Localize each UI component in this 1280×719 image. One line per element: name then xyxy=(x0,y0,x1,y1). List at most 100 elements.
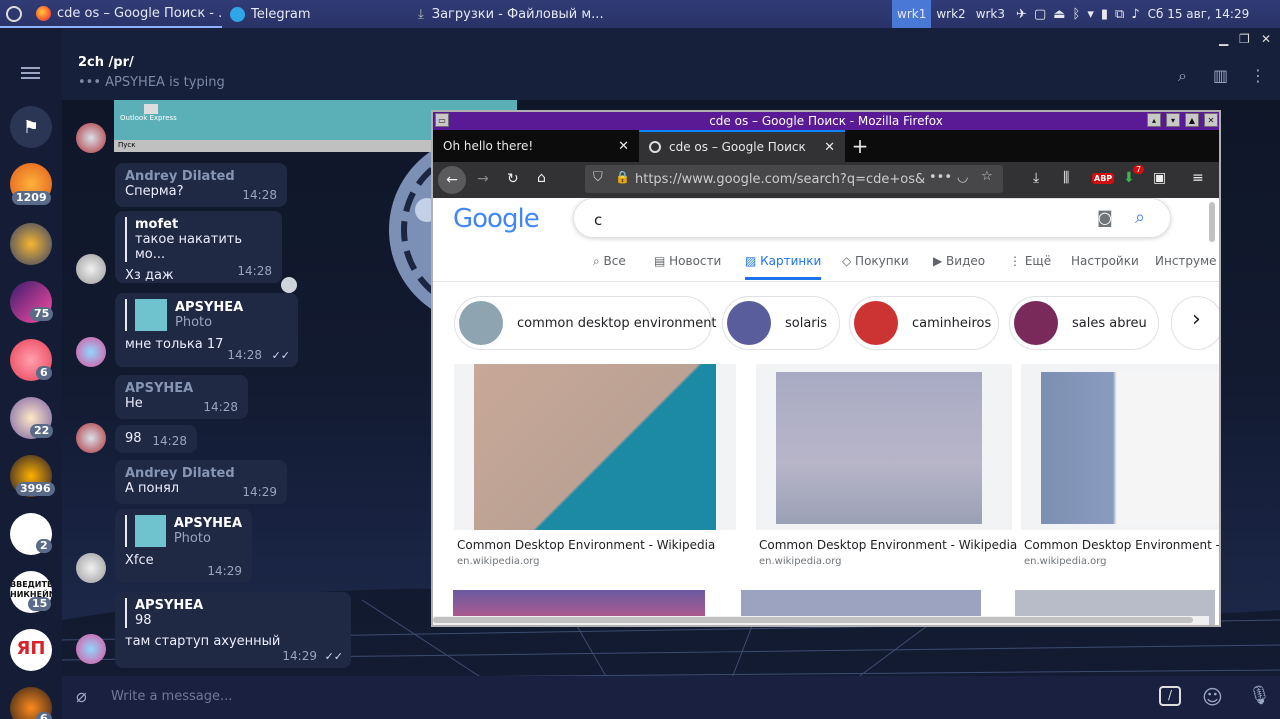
result-title[interactable]: Common Desktop Environment - Wi xyxy=(1024,538,1219,552)
chat-title[interactable]: 2ch /pr/ xyxy=(78,55,134,70)
emoji-icon[interactable]: ☺ xyxy=(1202,685,1223,709)
minimize-icon[interactable]: ▁ xyxy=(1219,32,1228,46)
sender-name[interactable]: APSYHEA xyxy=(125,381,238,396)
chip-cde[interactable]: common desktop environment xyxy=(454,296,717,350)
search-tab-news[interactable]: ▤ Новости xyxy=(654,254,721,268)
sender-name[interactable]: Andrey Dilated xyxy=(125,169,277,184)
close-tab-icon[interactable]: ✕ xyxy=(824,140,835,155)
chip-sales-abreu[interactable]: sales abreu xyxy=(1009,296,1159,350)
message-time: 14:28 xyxy=(152,434,187,448)
reply-quote[interactable]: APSYHEA Photo xyxy=(125,515,242,547)
sender-avatar[interactable] xyxy=(76,634,106,664)
reader-icon[interactable]: ▣ xyxy=(1153,170,1166,186)
clip-icon[interactable]: ⧉ xyxy=(1115,7,1124,22)
search-tab-shopping[interactable]: ◇ Покупки xyxy=(842,254,909,268)
task-firefox[interactable]: cde os – Google Поиск - ... xyxy=(0,0,222,28)
hamburger-menu-icon[interactable] xyxy=(21,67,40,79)
new-tab-button[interactable]: + xyxy=(845,130,875,162)
pocket-icon[interactable]: ◡ xyxy=(957,170,968,185)
sender-avatar[interactable] xyxy=(76,123,106,153)
forward-button[interactable]: → xyxy=(477,171,489,187)
menu-icon[interactable]: ≡ xyxy=(1192,170,1204,186)
close-icon[interactable]: ✕ xyxy=(1261,32,1271,46)
sender-avatar[interactable] xyxy=(76,337,106,367)
sender-name[interactable]: Andrey Dilated xyxy=(125,466,277,481)
reload-icon[interactable]: ↻ xyxy=(507,171,519,187)
battery-icon[interactable]: ▮ xyxy=(1101,7,1108,22)
search-tab-all[interactable]: ⌕ Все xyxy=(593,254,626,269)
shade-button[interactable]: ▴ xyxy=(1147,113,1161,127)
message-text: мне толька 17 xyxy=(125,337,224,352)
search-tab-images[interactable]: ▨ Картинки xyxy=(745,254,822,280)
message-input[interactable]: Write a message... xyxy=(111,689,232,704)
url-bar[interactable]: ⛉ 🔒 https://www.google.com/search?q=cde+… xyxy=(585,165,1003,193)
google-logo[interactable]: Google xyxy=(453,204,540,234)
workspace-2[interactable]: wrk2 xyxy=(931,0,970,28)
workspace-3[interactable]: wrk3 xyxy=(971,0,1010,28)
search-input[interactable]: c xyxy=(573,198,1171,238)
task-telegram[interactable]: Telegram xyxy=(224,0,412,28)
search-icon[interactable]: ⌕ xyxy=(1178,66,1187,86)
task-files[interactable]: ⤓ Загрузки - Файловый м... xyxy=(412,0,892,28)
extension-download-icon[interactable]: ⬇ xyxy=(1123,170,1135,186)
chat-avatar-9[interactable]: ЯП xyxy=(10,629,52,671)
scroll-button[interactable] xyxy=(281,277,297,293)
volume-icon[interactable]: ♪ xyxy=(1131,7,1139,22)
sender-avatar[interactable] xyxy=(76,553,106,583)
message-bubble: APSYHEA Photo Xfce 14:29 xyxy=(115,509,252,583)
clock[interactable]: Сб 15 авг, 14:29 xyxy=(1148,7,1250,21)
search-icon[interactable]: ⌕ xyxy=(1135,207,1145,228)
result-title[interactable]: Common Desktop Environment - Wikipedia xyxy=(759,538,1017,552)
search-settings[interactable]: Настройки xyxy=(1071,254,1139,268)
microphone-icon[interactable]: 🎙 xyxy=(1248,685,1271,706)
reply-quote[interactable]: APSYHEA 98 xyxy=(125,598,341,628)
bluetooth-icon[interactable]: ᛒ xyxy=(1073,7,1081,22)
chat-avatar-2[interactable] xyxy=(10,223,52,265)
image-icon: ▨ xyxy=(745,254,761,268)
camera-icon[interactable]: ◙ xyxy=(1097,208,1113,227)
window-menu-button[interactable]: ▭ xyxy=(435,113,449,127)
more-icon[interactable]: ⋮ xyxy=(1250,66,1266,85)
downloads-icon[interactable]: ⤓ xyxy=(1033,170,1039,186)
wifi-icon[interactable]: ▾ xyxy=(1087,7,1094,22)
tab-google[interactable]: cde os – Google Поиск ✕ xyxy=(639,130,845,162)
bookmark-star-icon[interactable]: ☆ xyxy=(981,169,993,184)
maximize-icon[interactable]: ❐ xyxy=(1239,32,1250,46)
result-title[interactable]: Common Desktop Environment - Wikipedia xyxy=(457,538,715,552)
minimize-button[interactable]: ▾ xyxy=(1166,113,1180,127)
page-scrollbar[interactable] xyxy=(1209,202,1215,242)
reply-quote[interactable]: APSYHEA Photo xyxy=(125,299,288,331)
page-actions-icon[interactable]: ••• xyxy=(929,170,952,185)
scrollbar-thumb[interactable] xyxy=(433,617,1193,623)
attach-icon[interactable]: ⌀ xyxy=(76,686,87,707)
maximize-button[interactable]: ▲ xyxy=(1185,113,1199,127)
reply-quote[interactable]: mofet такое накатить мо... xyxy=(125,217,272,262)
chip-caminheiros[interactable]: caminheiros xyxy=(849,296,999,350)
search-tab-video[interactable]: ▶ Видео xyxy=(933,254,985,268)
message-time: 14:29 xyxy=(207,564,242,578)
usb-icon[interactable]: ⏏ xyxy=(1053,7,1065,22)
window-titlebar[interactable]: ▭ cde os – Google Поиск - Mozilla Firefo… xyxy=(433,112,1219,130)
chips-next-button[interactable]: › xyxy=(1171,296,1219,350)
notes-icon[interactable]: ▢ xyxy=(1034,7,1046,22)
workspace-1[interactable]: wrk1 xyxy=(892,0,932,28)
abp-icon[interactable]: ABP xyxy=(1092,173,1115,184)
sender-avatar[interactable] xyxy=(76,423,106,453)
telegram-tray-icon[interactable]: ✈ xyxy=(1016,7,1027,22)
sidebar-toggle-icon[interactable]: ▥ xyxy=(1213,66,1228,85)
tab-hello[interactable]: Oh hello there! ✕ xyxy=(433,130,639,162)
chip-solaris[interactable]: solaris xyxy=(722,296,840,350)
close-button[interactable]: ✕ xyxy=(1204,113,1218,127)
app-menu-icon[interactable] xyxy=(6,6,22,22)
home-icon[interactable]: ⌂ xyxy=(537,170,546,186)
saved-messages-icon[interactable]: ⚑ xyxy=(10,106,52,148)
horizontal-scrollbar[interactable] xyxy=(433,616,1209,625)
back-button[interactable]: ← xyxy=(438,166,466,194)
url-text: https://www.google.com/search?q=cde+os&c xyxy=(635,171,925,187)
library-icon[interactable]: ⫼ xyxy=(1063,170,1069,186)
sender-avatar[interactable] xyxy=(76,254,106,284)
close-tab-icon[interactable]: ✕ xyxy=(618,139,629,154)
search-tools[interactable]: Инструме xyxy=(1155,254,1217,268)
search-tab-more[interactable]: ⋮ Ещё xyxy=(1009,254,1051,268)
bot-commands-icon[interactable]: / xyxy=(1159,686,1181,706)
